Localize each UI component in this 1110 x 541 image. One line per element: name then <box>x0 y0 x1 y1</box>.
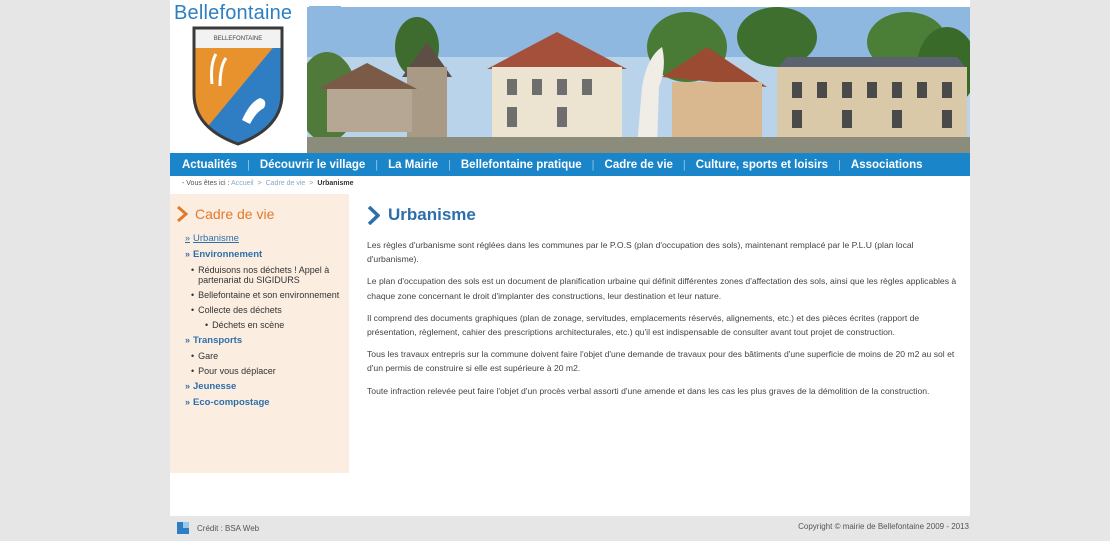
sidebar-title: Cadre de vie <box>176 206 274 222</box>
crest-label: BELLEFONTAINE <box>214 36 263 42</box>
sidebar-subitem-label: Pour vous déplacer <box>198 366 276 376</box>
nav-separator: | <box>375 158 379 171</box>
bullet-icon: • <box>191 305 195 315</box>
nav-separator: | <box>838 158 841 171</box>
header-banner-image <box>307 7 970 153</box>
arrow-icon: » <box>185 249 191 259</box>
nav-separator: | <box>591 158 595 171</box>
sidebar-subsubitem-dechets-en-scene[interactable]: • Déchets en scène <box>205 320 345 330</box>
breadcrumb-parent[interactable]: Cadre de vie <box>266 180 306 187</box>
paragraph: Toute infraction relevée peut faire l'ob… <box>367 385 930 396</box>
sidebar-item-environnement[interactable]: » Environnement <box>185 249 345 260</box>
breadcrumb-prefix: - Vous êtes ici : <box>182 180 230 187</box>
sidebar-subitem-dechets-appel[interactable]: • Réduisons nos déchets ! Appel à partena… <box>191 265 345 285</box>
sidebar-item-eco-compostage[interactable]: » Eco-compostage <box>185 397 345 408</box>
breadcrumb-separator: > <box>257 180 262 187</box>
bullet-icon: • <box>191 366 195 376</box>
bsa-logo-icon <box>177 522 189 534</box>
paragraph: Tous les travaux entrepris sur la commun… <box>367 349 955 374</box>
sidebar-item-label: Jeunesse <box>193 381 237 392</box>
bullet-icon: • <box>191 265 195 275</box>
sidebar-item-label: Transports <box>193 335 243 346</box>
nav-separator: | <box>682 158 686 171</box>
breadcrumb: - Vous êtes ici : Accueil > Cadre de vie… <box>182 180 354 187</box>
bullet-icon: • <box>205 320 209 330</box>
nav-item-pratique[interactable]: Bellefontaine pratique <box>461 159 582 171</box>
nav-item-culture[interactable]: Culture, sports et loisirs <box>696 159 828 171</box>
nav-item-associations[interactable]: Associations <box>851 159 923 171</box>
sidebar-subitem-label: Gare <box>198 351 219 361</box>
chevron-right-icon <box>177 206 188 222</box>
footer-copyright: Copyright © mairie de Bellefontaine 2009… <box>798 522 969 531</box>
paragraph: Le plan d'occupation des sols est un doc… <box>367 276 957 301</box>
sidebar-title-label: Cadre de vie <box>195 206 275 222</box>
arrow-icon: » <box>185 335 191 345</box>
nav-item-actualites[interactable]: Actualités <box>182 159 237 171</box>
site-header: Bellefontaine 95 BELLEFONTAINE <box>170 0 970 153</box>
breadcrumb-current: Urbanisme <box>317 180 354 187</box>
nav-separator: | <box>448 158 451 171</box>
sidebar-item-urbanisme[interactable]: » Urbanisme <box>185 233 345 244</box>
paragraph: Il comprend des documents graphiques (pl… <box>367 312 920 338</box>
sidebar-item-label: Environnement <box>193 249 263 260</box>
sidebar-subitem-collecte[interactable]: • Collecte des déchets <box>191 305 345 315</box>
arrow-icon: » <box>185 397 191 407</box>
sidebar: Cadre de vie » Urbanisme » Environnement •… <box>170 194 349 473</box>
sidebar-item-jeunesse[interactable]: » Jeunesse <box>185 381 345 392</box>
nav-item-decouvrir[interactable]: Découvrir le village <box>260 159 365 171</box>
sidebar-subitem-label: Bellefontaine et son environnement <box>198 290 340 300</box>
arrow-icon: » <box>185 381 191 391</box>
page-container: Bellefontaine 95 BELLEFONTAINE <box>170 0 970 516</box>
arrow-icon: » <box>185 233 191 243</box>
sidebar-subitem-environnement[interactable]: • Bellefontaine et son environnement <box>191 290 345 300</box>
sidebar-item-label: Eco-compostage <box>193 397 270 408</box>
main-nav: Actualités | Découvrir le village | La M… <box>170 153 970 176</box>
sidebar-item-label: Urbanisme <box>193 233 239 244</box>
footer-credit[interactable]: Crédit : BSA Web <box>177 522 259 534</box>
sidebar-item-transports[interactable]: » Transports <box>185 335 345 346</box>
nav-item-mairie[interactable]: La Mairie <box>388 159 438 171</box>
bullet-icon: • <box>191 290 195 300</box>
page-title: Urbanisme <box>367 205 957 225</box>
sidebar-subitem-gare[interactable]: • Gare <box>191 351 345 361</box>
nav-item-cadre-de-vie[interactable]: Cadre de vie <box>605 159 673 171</box>
bullet-icon: • <box>191 351 195 361</box>
sidebar-subitem-label: Collecte des déchets <box>198 305 282 315</box>
chevron-right-icon <box>367 205 380 225</box>
footer-credit-label: Crédit : BSA Web <box>197 523 260 533</box>
breadcrumb-home[interactable]: Accueil <box>231 180 254 187</box>
page-title-label: Urbanisme <box>388 205 476 224</box>
nav-separator: | <box>246 158 250 171</box>
sidebar-subitem-label: Réduisons nos déchets ! Appel à partenar… <box>198 265 330 285</box>
paragraph: Les règles d'urbanisme sont réglées dans… <box>367 240 914 265</box>
sidebar-subitem-deplacer[interactable]: • Pour vous déplacer <box>191 366 345 376</box>
main-content: Urbanisme Les règles d'urbanisme sont ré… <box>367 205 957 406</box>
site-name[interactable]: Bellefontaine <box>174 2 292 25</box>
crest-logo[interactable]: BELLEFONTAINE <box>190 24 286 148</box>
breadcrumb-separator: > <box>309 180 314 187</box>
sidebar-subitem-label: Déchets en scène <box>212 320 285 330</box>
sidebar-menu: » Urbanisme » Environnement • Réduisons nos… <box>185 233 345 413</box>
